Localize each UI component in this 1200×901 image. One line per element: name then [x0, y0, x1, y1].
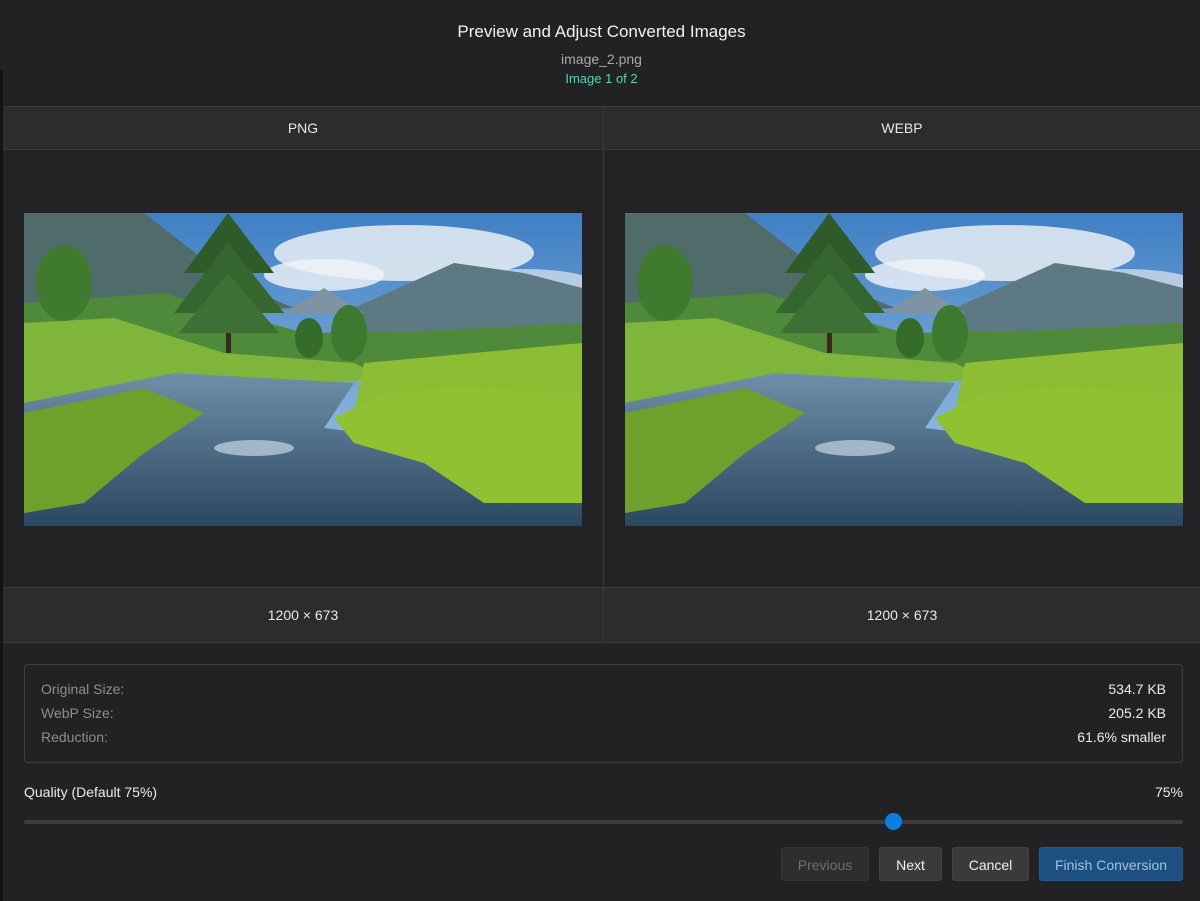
- pane-preview-area: [3, 150, 603, 587]
- image-counter: Image 1 of 2: [565, 71, 638, 86]
- original-preview-image: [24, 213, 582, 526]
- stat-value: 61.6% smaller: [1077, 729, 1166, 745]
- stat-label: WebP Size:: [41, 705, 114, 721]
- stat-webp-size: WebP Size: 205.2 KB: [41, 705, 1166, 725]
- stat-value: 534.7 KB: [1108, 681, 1166, 697]
- slider-thumb[interactable]: [885, 813, 903, 830]
- size-stats-panel: Original Size: 534.7 KB WebP Size: 205.2…: [24, 664, 1183, 763]
- cancel-button[interactable]: Cancel: [952, 847, 1029, 881]
- dialog-header: Preview and Adjust Converted Images imag…: [3, 0, 1200, 106]
- preview-dialog: Preview and Adjust Converted Images imag…: [0, 0, 1200, 901]
- quality-slider[interactable]: [24, 812, 1183, 832]
- pane-dimensions: 1200 × 673: [3, 587, 603, 642]
- stat-original-size: Original Size: 534.7 KB: [41, 681, 1166, 701]
- pane-format-label: PNG: [3, 107, 603, 150]
- next-button[interactable]: Next: [879, 847, 942, 881]
- dialog-title: Preview and Adjust Converted Images: [457, 22, 746, 41]
- file-name: image_2.png: [561, 51, 642, 67]
- pane-preview-area: [604, 150, 1200, 587]
- stat-reduction: Reduction: 61.6% smaller: [41, 729, 1166, 749]
- stat-label: Original Size:: [41, 681, 125, 697]
- pane-dimensions: 1200 × 673: [604, 587, 1200, 642]
- quality-label: Quality (Default 75%): [24, 784, 158, 800]
- previous-button[interactable]: Previous: [781, 847, 869, 881]
- stat-label: Reduction:: [41, 729, 108, 745]
- comparison-view: PNG 1200 × 673 WEBP 1200 × 673: [3, 106, 1200, 643]
- quality-value: 75%: [1154, 784, 1183, 800]
- converted-preview-image: [625, 213, 1183, 526]
- original-pane: PNG 1200 × 673: [3, 107, 603, 642]
- slider-track[interactable]: [24, 820, 1183, 824]
- converted-pane: WEBP 1200 × 673: [604, 107, 1200, 642]
- stat-value: 205.2 KB: [1108, 705, 1166, 721]
- finish-conversion-button[interactable]: Finish Conversion: [1039, 847, 1183, 881]
- pane-format-label: WEBP: [604, 107, 1200, 150]
